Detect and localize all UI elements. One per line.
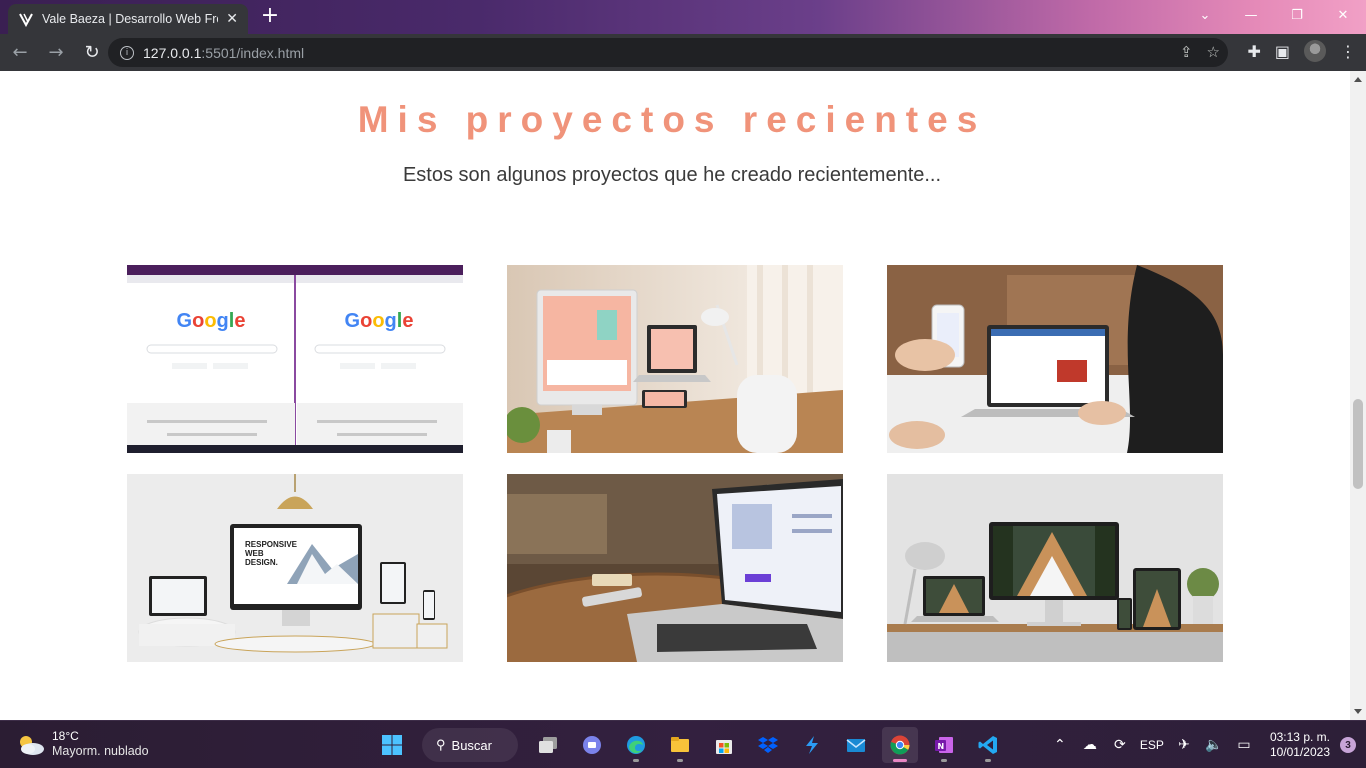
- scroll-thumb[interactable]: [1353, 399, 1363, 489]
- svg-text:DESIGN.: DESIGN.: [245, 558, 278, 567]
- bookmark-star-icon[interactable]: ☆: [1207, 43, 1220, 61]
- close-tab-icon[interactable]: ✕: [226, 11, 238, 27]
- svg-text:Google: Google: [345, 310, 414, 332]
- extensions-icon[interactable]: ✚: [1247, 42, 1260, 61]
- forward-button[interactable]: →: [40, 37, 72, 69]
- chrome-icon[interactable]: [882, 727, 918, 763]
- system-tray: ⌃ ☁ ⟳ ESP ✈ 🔈 ▭ 03:13 p. m. 10/01/2023 3: [1050, 727, 1356, 763]
- new-tab-button[interactable]: +: [256, 5, 284, 29]
- tab-title: Vale Baeza | Desarrollo Web Fron: [42, 12, 219, 26]
- project-card-laptop-table[interactable]: [507, 474, 843, 662]
- svg-text:N: N: [938, 742, 945, 751]
- menu-icon[interactable]: ⋮: [1340, 42, 1356, 61]
- project-card-google-screenshot[interactable]: Google Google: [127, 265, 463, 453]
- side-panel-icon[interactable]: ▣: [1275, 42, 1290, 61]
- edge-browser-icon[interactable]: [618, 727, 654, 763]
- airplane-mode-icon[interactable]: ✈: [1174, 735, 1194, 755]
- browser-tab[interactable]: Vale Baeza | Desarrollo Web Fron ✕: [8, 4, 248, 34]
- volume-icon[interactable]: 🔈: [1204, 735, 1224, 755]
- project-card-responsive-design[interactable]: RESPONSIVE WEB DESIGN.: [127, 474, 463, 662]
- vscode-icon[interactable]: [970, 727, 1006, 763]
- projects-grid: Google Google RESPONSIVE WEB DESIGN.: [127, 265, 1223, 662]
- windows-start-icon[interactable]: [374, 727, 410, 763]
- onedrive-error-icon[interactable]: ☁: [1080, 735, 1100, 755]
- svg-text:RESPONSIVE: RESPONSIVE: [245, 540, 298, 549]
- reload-button[interactable]: ↻: [76, 37, 108, 69]
- teams-chat-icon[interactable]: [574, 727, 610, 763]
- search-label: Buscar: [451, 737, 492, 753]
- sync-icon[interactable]: ⟳: [1110, 735, 1130, 755]
- battery-icon[interactable]: ▭: [1234, 735, 1254, 755]
- chevron-up-icon[interactable]: ⌃: [1050, 735, 1070, 755]
- clock[interactable]: 03:13 p. m. 10/01/2023: [1270, 730, 1330, 760]
- project-card-architect-studio[interactable]: [887, 474, 1223, 662]
- site-info-icon[interactable]: i: [120, 45, 134, 60]
- tab-strip: Vale Baeza | Desarrollo Web Fron ✕ + ⌄ —…: [0, 0, 1366, 34]
- profile-avatar[interactable]: [1304, 40, 1326, 62]
- close-window-button[interactable]: ✕: [1320, 0, 1366, 30]
- scroll-down-arrow-icon[interactable]: [1354, 709, 1362, 714]
- share-icon[interactable]: ⇪: [1180, 43, 1193, 61]
- svg-text:WEB: WEB: [245, 549, 264, 558]
- power-automate-icon[interactable]: [794, 727, 830, 763]
- mail-icon[interactable]: [838, 727, 874, 763]
- address-bar[interactable]: i 127.0.0.1:5501/index.html ⇪ ☆: [108, 38, 1228, 67]
- weather-description: Mayorm. nublado: [52, 744, 149, 758]
- dropbox-icon[interactable]: [750, 727, 786, 763]
- page-viewport: Mis proyectos recientes Estos son alguno…: [0, 71, 1350, 720]
- language-indicator[interactable]: ESP: [1140, 738, 1164, 752]
- minimize-button[interactable]: —: [1228, 0, 1274, 30]
- vale-logo-icon: [18, 11, 34, 27]
- task-view-icon[interactable]: [530, 727, 566, 763]
- taskbar: 18°C Mayorm. nublado ⚲ Buscar N ⌃ ☁ ⟳ ES…: [0, 720, 1366, 768]
- page-scrollbar[interactable]: [1350, 71, 1366, 720]
- scroll-up-arrow-icon[interactable]: [1354, 77, 1362, 82]
- svg-text:Google: Google: [177, 310, 246, 332]
- notification-badge[interactable]: 3: [1340, 737, 1356, 753]
- weather-temperature: 18°C: [52, 729, 79, 743]
- file-explorer-icon[interactable]: [662, 727, 698, 763]
- clock-date: 10/01/2023: [1269, 745, 1330, 759]
- weather-widget[interactable]: 18°C Mayorm. nublado: [16, 729, 149, 759]
- cloudy-weather-icon: [16, 733, 44, 755]
- microsoft-store-icon[interactable]: [706, 727, 742, 763]
- search-icon: ⚲: [436, 737, 446, 752]
- back-button[interactable]: ←: [4, 37, 36, 69]
- project-card-phone-laptop[interactable]: [887, 265, 1223, 453]
- browser-toolbar: ← → ↻ i 127.0.0.1:5501/index.html ⇪ ☆ ✚ …: [0, 34, 1366, 71]
- taskbar-search-button[interactable]: ⚲ Buscar: [422, 728, 518, 762]
- section-title: Mis proyectos recientes: [357, 99, 987, 140]
- url-text[interactable]: 127.0.0.1:5501/index.html: [143, 45, 304, 61]
- project-card-desk-mockup[interactable]: [507, 265, 843, 453]
- section-subtitle: Estos son algunos proyectos que he cread…: [402, 164, 942, 186]
- onenote-icon[interactable]: N: [926, 727, 962, 763]
- clock-time: 03:13 p. m.: [1269, 730, 1330, 744]
- tab-search-icon[interactable]: ⌄: [1182, 0, 1228, 30]
- restore-button[interactable]: ❐: [1274, 0, 1320, 30]
